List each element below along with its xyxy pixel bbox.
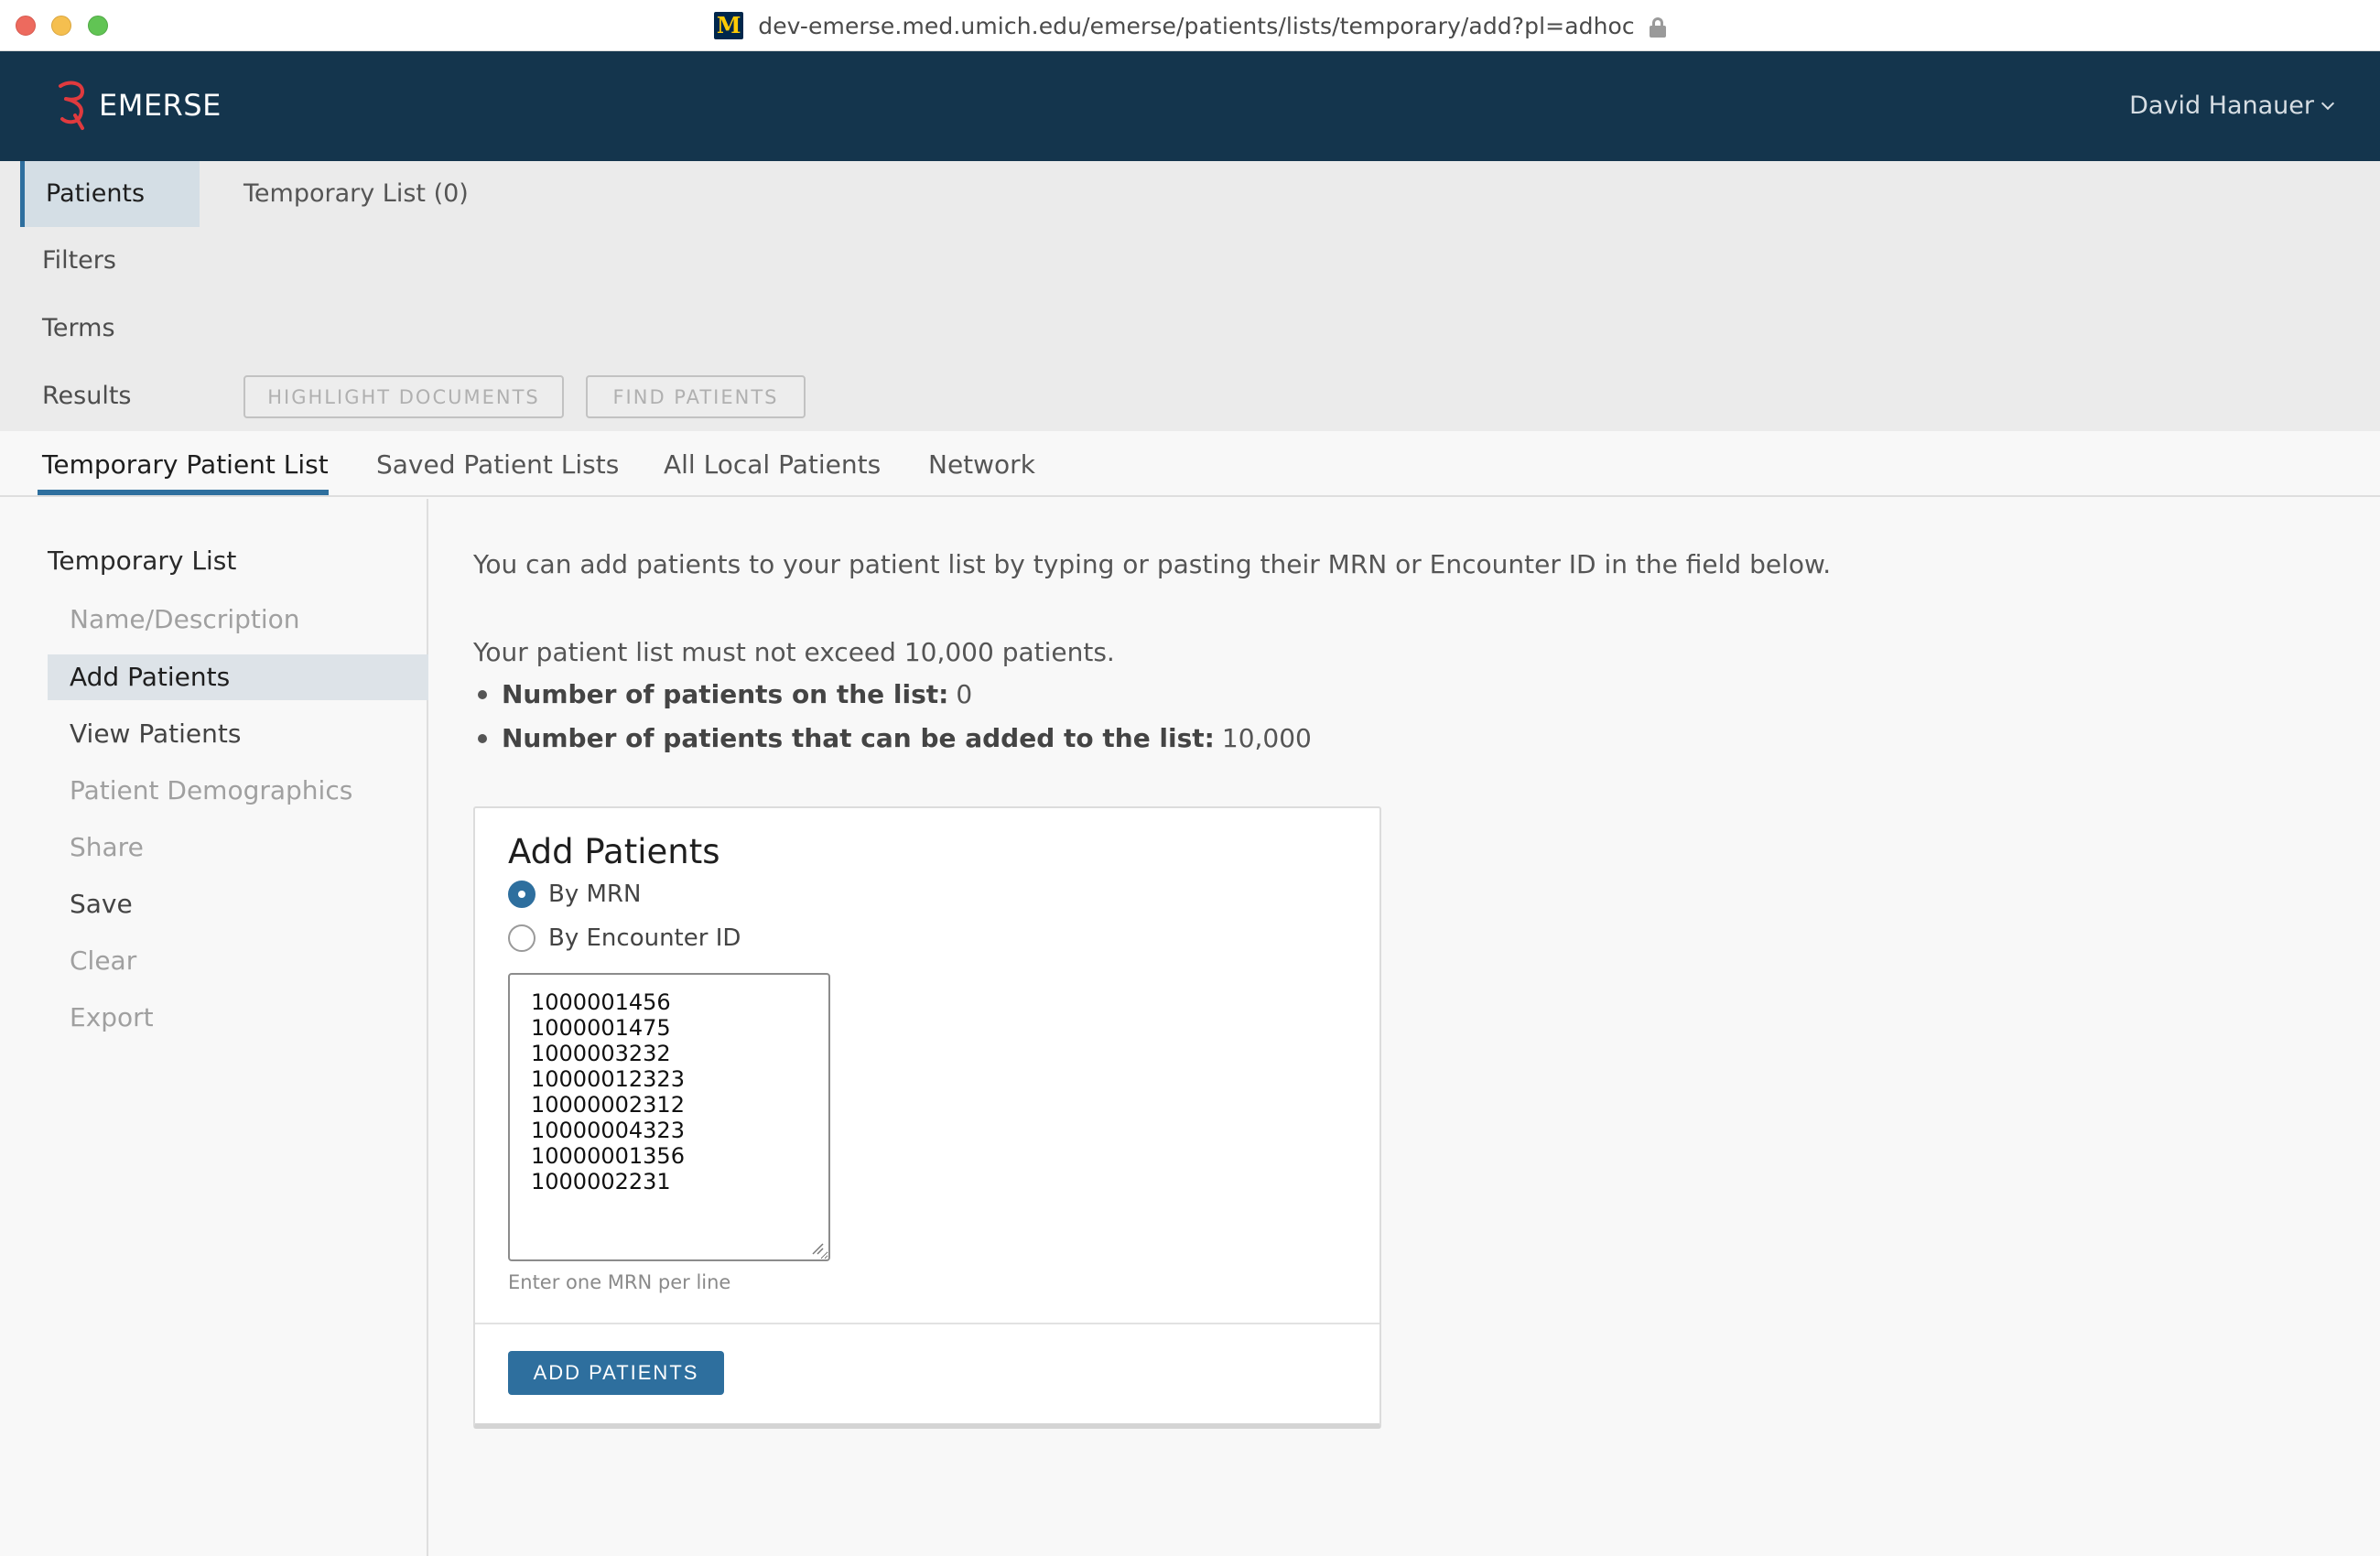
card-title: Add Patients (508, 832, 720, 871)
sidebar-item-name-description[interactable]: Name/Description (48, 597, 428, 643)
app-header: EMERSE David Hanauer (0, 51, 2380, 161)
query-nav: Patients Filters Terms Results (20, 161, 200, 430)
app-logo[interactable]: EMERSE (55, 79, 222, 132)
add-patients-card: Add Patients By MRN By Encounter ID 1000… (473, 806, 1381, 1429)
main-content: You can add patients to your patient lis… (430, 499, 2380, 1556)
by-mrn-option[interactable]: By MRN (508, 881, 641, 908)
by-encounter-radio[interactable] (508, 924, 536, 952)
user-menu[interactable]: David Hanauer (2129, 92, 2335, 120)
resize-grip-icon[interactable] (811, 1242, 824, 1255)
chevron-down-icon (2320, 96, 2335, 110)
sidebar-item-clear[interactable]: Clear (48, 938, 428, 984)
stat-on-list: Number of patients on the list: 0 (473, 679, 972, 709)
stat-can-add: Number of patients that can be added to … (473, 723, 1312, 753)
tab-saved-patient-lists[interactable]: Saved Patient Lists (376, 431, 619, 497)
by-mrn-label[interactable]: By MRN (548, 881, 641, 908)
sidebar-item-export[interactable]: Export (48, 995, 428, 1041)
browser-titlebar: M dev-emerse.med.umich.edu/emerse/patien… (0, 0, 2380, 51)
query-nav-terms[interactable]: Terms (20, 295, 200, 362)
stat-value: 10,000 (1221, 723, 1312, 753)
lock-icon (1649, 17, 1666, 38)
sidebar-item-add-patients[interactable]: Add Patients (48, 654, 428, 700)
list-sidebar: Temporary List Name/Description Add Pati… (0, 499, 428, 1556)
intro-text: You can add patients to your patient lis… (473, 549, 1832, 579)
by-encounter-label[interactable]: By Encounter ID (548, 924, 741, 952)
find-patients-button[interactable]: FIND PATIENTS (586, 375, 806, 418)
query-nav-filters[interactable]: Filters (20, 227, 200, 295)
mrn-textarea[interactable]: 1000001456 1000001475 1000003232 1000001… (508, 973, 830, 1261)
query-nav-results[interactable]: Results (20, 362, 200, 430)
temporary-list-title: Temporary List (0) (243, 179, 469, 208)
sidebar-item-share[interactable]: Share (48, 825, 428, 870)
sidebar-item-patient-demographics[interactable]: Patient Demographics (48, 768, 428, 814)
add-patients-button[interactable]: ADD PATIENTS (508, 1351, 724, 1395)
bullet-icon (478, 733, 487, 743)
tab-network[interactable]: Network (928, 431, 1035, 497)
sidebar-item-view-patients[interactable]: View Patients (48, 711, 428, 757)
url-text[interactable]: dev-emerse.med.umich.edu/emerse/patients… (758, 13, 1635, 39)
sidebar-item-save[interactable]: Save (48, 881, 428, 927)
emerse-logo-icon (59, 81, 85, 130)
limit-text: Your patient list must not exceed 10,000… (473, 637, 1115, 667)
patient-list-tabs: Temporary Patient List Saved Patient Lis… (0, 431, 2380, 497)
highlight-documents-button[interactable]: HIGHLIGHT DOCUMENTS (243, 375, 564, 418)
active-tab-indicator (38, 490, 329, 495)
stat-label: Number of patients on the list: (502, 679, 949, 709)
mrn-hint: Enter one MRN per line (508, 1271, 731, 1293)
stat-label: Number of patients that can be added to … (502, 723, 1215, 753)
tab-all-local-patients[interactable]: All Local Patients (664, 431, 881, 497)
site-favicon-icon: M (714, 12, 744, 39)
tab-temporary-patient-list[interactable]: Temporary Patient List (42, 431, 329, 497)
sidebar-heading: Temporary List (48, 546, 237, 576)
query-nav-patients[interactable]: Patients (20, 161, 200, 227)
user-name: David Hanauer (2129, 92, 2314, 120)
stat-value: 0 (956, 679, 973, 709)
app-name: EMERSE (99, 88, 222, 123)
address-bar[interactable]: M dev-emerse.med.umich.edu/emerse/patien… (0, 0, 2380, 51)
by-encounter-option[interactable]: By Encounter ID (508, 924, 741, 952)
card-divider (475, 1323, 1379, 1324)
query-panel: Patients Filters Terms Results Temporary… (0, 161, 2380, 431)
by-mrn-radio[interactable] (508, 881, 536, 908)
bullet-icon (478, 689, 487, 699)
